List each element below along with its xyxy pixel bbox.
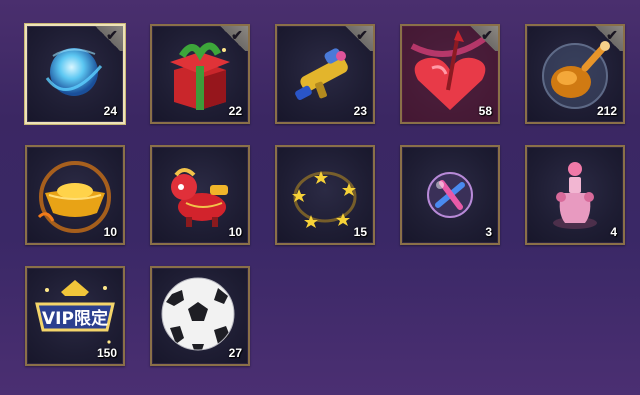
inventory-grid: ✔ 24 ✔ 22 ✔ 23 ✔ 58 ✔ 212 10 10 15 3 4 V… [25,24,625,366]
check-icon: ✔ [106,27,118,43]
inventory-slot-cross-bubble[interactable]: 3 [400,145,500,245]
inventory-slot-blue-orb[interactable]: ✔ 24 [25,24,125,124]
item-count: 10 [103,225,117,239]
vip-badge-text: VIP限定 [42,308,108,329]
item-count: 15 [353,225,367,239]
item-count: 22 [228,104,242,118]
inventory-slot-gold-ingot[interactable]: 10 [25,145,125,245]
inventory-slot-roast-chicken[interactable]: ✔ 212 [525,24,625,124]
item-count: 27 [228,346,242,360]
item-count: 212 [596,104,617,118]
inventory-slot-soccer-ball[interactable]: 27 [150,266,250,366]
check-icon: ✔ [481,27,493,43]
pink-perfume-bottle-icon [553,162,597,229]
inventory-slot-vip-badge[interactable]: VIP限定 150 [25,266,125,366]
check-icon: ✔ [231,27,243,43]
inventory-slot-pierced-heart[interactable]: ✔ 58 [400,24,500,124]
item-count: 3 [485,225,492,239]
inventory-slot-fortune-horse[interactable]: 10 [150,145,250,245]
check-icon: ✔ [356,27,368,43]
item-count: 58 [478,104,492,118]
item-count: 10 [228,225,242,239]
item-count: 4 [610,225,617,239]
inventory-slot-perfume-bottle[interactable]: 4 [525,145,625,245]
inventory-slot-star-ring[interactable]: 15 [275,145,375,245]
item-count: 24 [103,104,117,118]
cross-bubble-icon [427,172,473,218]
inventory-slot-water-gun[interactable]: ✔ 23 [275,24,375,124]
item-count: 23 [353,104,367,118]
check-icon: ✔ [606,27,618,43]
inventory-slot-gift-box[interactable]: ✔ 22 [150,24,250,124]
item-count: 150 [96,346,117,360]
